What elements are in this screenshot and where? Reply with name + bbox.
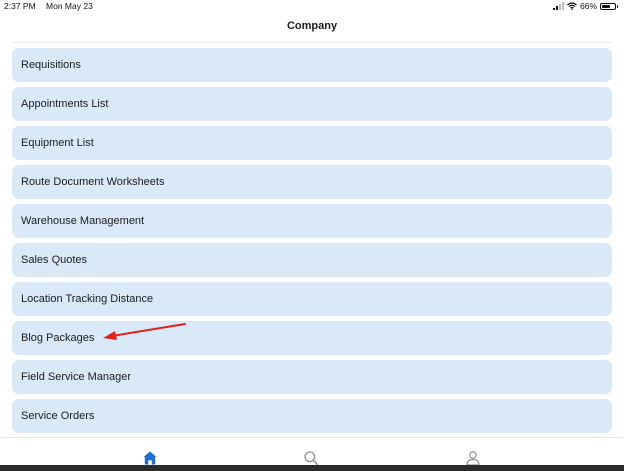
- menu-item-route-document-worksheets[interactable]: Route Document Worksheets: [12, 165, 612, 199]
- signal-icon: [552, 2, 564, 10]
- battery-percent: 66%: [579, 1, 597, 11]
- menu-item-label: Warehouse Management: [21, 215, 145, 227]
- wifi-icon: [567, 2, 577, 10]
- menu-item-label: Blog Packages: [21, 332, 95, 344]
- menu-item-label: Location Tracking Distance: [21, 293, 154, 305]
- profile-icon: [466, 451, 480, 466]
- tab-bar: [0, 437, 624, 466]
- menu-item-label: Field Service Manager: [21, 371, 132, 383]
- menu-item-label: Sales Quotes: [21, 254, 88, 266]
- menu-item-blog-packages[interactable]: Blog Packages: [12, 321, 612, 355]
- menu-item-label: Requisitions: [21, 59, 81, 71]
- status-left: 2:37 PM Mon May 23: [4, 1, 93, 11]
- menu-item-field-service-manager[interactable]: Field Service Manager: [12, 360, 612, 394]
- page-title: Company: [286, 20, 338, 32]
- battery-fill: [602, 4, 610, 8]
- header-divider: [12, 42, 612, 43]
- search-icon: [304, 451, 319, 466]
- status-time: 2:37 PM: [4, 1, 36, 11]
- status-date: Mon May 23: [46, 1, 93, 11]
- menu-item-requisitions[interactable]: Requisitions: [12, 48, 612, 82]
- bottom-edge-bar: [0, 465, 624, 471]
- menu-item-service-orders[interactable]: Service Orders: [12, 399, 612, 433]
- menu-list: Requisitions Appointments List Equipment…: [12, 48, 612, 438]
- battery-icon: [600, 2, 618, 10]
- status-bar: 2:37 PM Mon May 23 66%: [0, 0, 624, 14]
- status-right: 66%: [552, 1, 618, 11]
- menu-item-label: Appointments List: [21, 98, 109, 110]
- menu-item-label: Equipment List: [21, 137, 94, 149]
- menu-item-label: Service Orders: [21, 410, 95, 422]
- menu-item-appointments-list[interactable]: Appointments List: [12, 87, 612, 121]
- menu-item-label: Route Document Worksheets: [21, 176, 165, 188]
- menu-item-warehouse-management[interactable]: Warehouse Management: [12, 204, 612, 238]
- menu-item-equipment-list[interactable]: Equipment List: [12, 126, 612, 160]
- menu-item-location-tracking-distance[interactable]: Location Tracking Distance: [12, 282, 612, 316]
- menu-item-sales-quotes[interactable]: Sales Quotes: [12, 243, 612, 277]
- home-icon: [143, 451, 157, 465]
